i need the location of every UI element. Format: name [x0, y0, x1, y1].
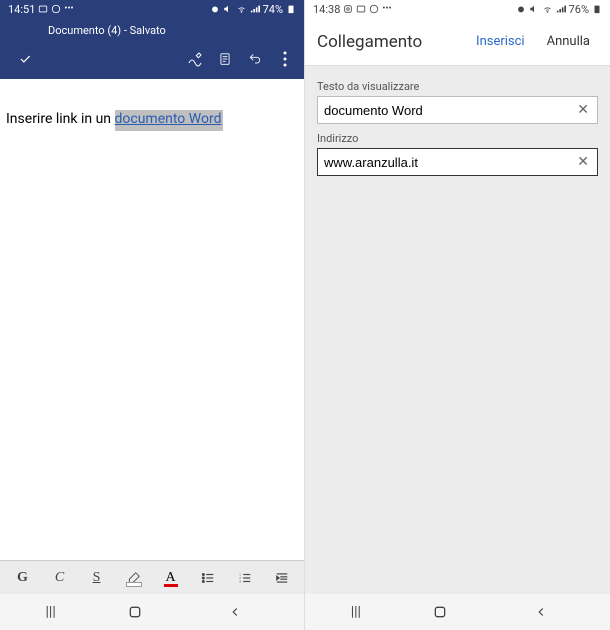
home-button[interactable]	[432, 604, 482, 620]
phone-link-dialog: 14:38 ••• 76%	[305, 0, 610, 630]
recent-apps-button[interactable]: |||	[26, 604, 76, 620]
signal-icon	[556, 4, 566, 14]
battery-icon	[286, 4, 296, 14]
battery-text: 76%	[569, 3, 589, 16]
android-nav-bar: |||	[305, 594, 610, 630]
more-icon[interactable]	[270, 45, 300, 73]
font-color-button[interactable]: A	[152, 561, 189, 594]
recent-apps-button[interactable]: |||	[331, 604, 381, 620]
italic-button[interactable]: C	[41, 561, 78, 594]
cancel-button[interactable]: Annulla	[539, 28, 598, 55]
address-input[interactable]	[324, 155, 575, 170]
dialog-header: Collegamento Inserisci Annulla	[305, 18, 610, 66]
alarm-icon	[210, 4, 220, 14]
mute-icon	[223, 4, 233, 14]
read-mode-icon[interactable]	[210, 45, 240, 73]
address-label: Indirizzo	[317, 132, 598, 145]
underline-button[interactable]: S	[78, 561, 115, 594]
document-text: Inserire link in un	[6, 111, 115, 127]
display-text-field-wrap: ✕	[317, 96, 598, 124]
app-header: Documento (4) - Salvato	[0, 18, 304, 79]
draw-icon[interactable]	[180, 45, 210, 73]
bold-button[interactable]: G	[4, 561, 41, 594]
battery-text: 74%	[263, 3, 283, 16]
dialog-body: Testo da visualizzare ✕ Indirizzo ✕	[305, 66, 610, 594]
document-canvas[interactable]: Inserire link in un documento Word	[0, 79, 304, 560]
done-button[interactable]	[8, 48, 42, 70]
whatsapp-icon	[369, 4, 379, 14]
wifi-icon	[542, 4, 553, 14]
status-time: 14:51	[8, 3, 35, 16]
dialog-title: Collegamento	[317, 32, 468, 52]
status-bar: 14:38 ••• 76%	[305, 0, 610, 18]
highlight-button[interactable]	[115, 561, 152, 594]
status-bar: 14:51 ••• 74%	[0, 0, 304, 18]
display-text-label: Testo da visualizzare	[317, 80, 598, 93]
phone-word-editor: 14:51 ••• 74%	[0, 0, 305, 630]
bullet-list-button[interactable]	[189, 561, 226, 594]
android-nav-bar: |||	[0, 594, 304, 630]
whatsapp-icon	[51, 4, 61, 14]
svg-text:3: 3	[239, 579, 241, 583]
wifi-icon	[236, 4, 247, 14]
back-button[interactable]	[534, 605, 584, 619]
indent-button[interactable]	[263, 561, 300, 594]
mute-icon	[529, 4, 539, 14]
numbered-list-button[interactable]: 123	[226, 561, 263, 594]
address-field-wrap: ✕	[317, 148, 598, 176]
insert-button[interactable]: Inserisci	[468, 28, 533, 55]
clear-address-icon[interactable]: ✕	[575, 154, 591, 170]
alarm-icon	[516, 4, 526, 14]
display-text-input[interactable]	[324, 103, 575, 118]
status-time: 14:38	[313, 3, 340, 16]
back-button[interactable]	[228, 605, 278, 619]
document-title: Documento (4) - Salvato	[8, 24, 300, 37]
message-icon	[38, 4, 48, 14]
selected-link-text[interactable]: documento Word	[115, 110, 224, 131]
dots-icon: •••	[64, 4, 73, 14]
gallery-icon	[356, 4, 366, 14]
format-toolbar: G C S A 123	[0, 560, 304, 594]
clear-display-icon[interactable]: ✕	[575, 102, 591, 118]
undo-icon[interactable]	[240, 45, 270, 73]
battery-icon	[592, 4, 602, 14]
home-button[interactable]	[127, 604, 177, 620]
dots-icon: •••	[382, 4, 391, 14]
signal-icon	[250, 4, 260, 14]
instagram-icon	[343, 4, 353, 14]
